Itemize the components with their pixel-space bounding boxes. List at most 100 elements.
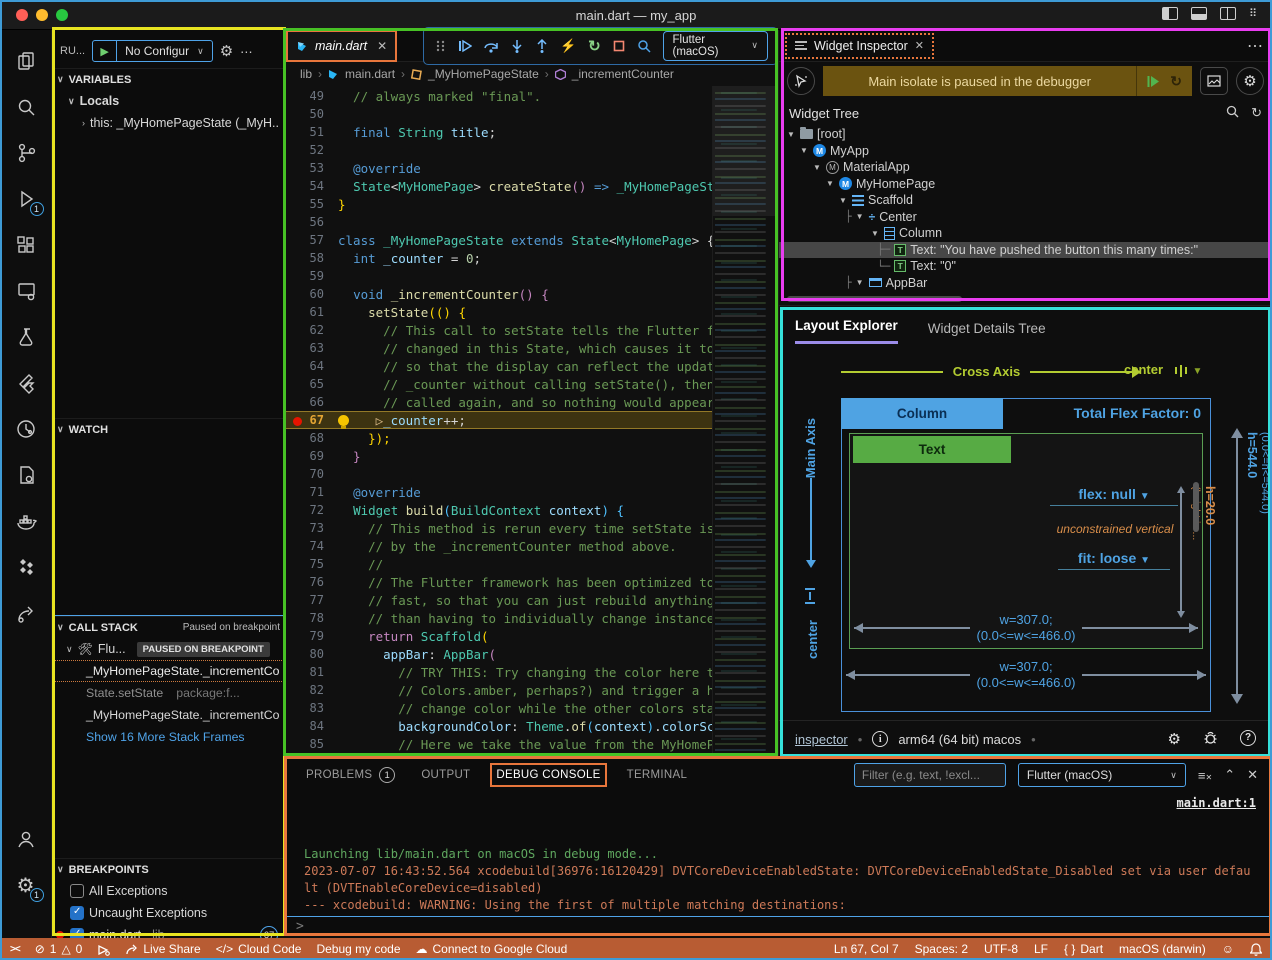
customize-layout-icon[interactable]: ⠿ [1249, 7, 1258, 20]
debug-launch-icon[interactable] [97, 943, 110, 956]
breadcrumb-method[interactable]: _incrementCounter [572, 67, 674, 81]
settings-gear-icon[interactable]: ⚙1 [0, 862, 52, 908]
cloud-code-button[interactable]: </>Cloud Code [216, 942, 302, 956]
breadcrumb-lib[interactable]: lib [300, 67, 312, 81]
step-out-icon[interactable] [535, 38, 549, 54]
notifications-bell-icon[interactable] [1250, 943, 1262, 956]
restart-icon[interactable]: ↻ [587, 38, 601, 54]
tab-main-dart[interactable]: main.dart ✕ [286, 30, 397, 62]
bug-report-icon[interactable] [1203, 730, 1218, 749]
search-icon[interactable] [0, 84, 52, 130]
debug-target[interactable]: macOS (darwin) [1119, 942, 1206, 956]
stop-icon[interactable] [612, 38, 626, 54]
console-filter-input[interactable] [854, 763, 1006, 787]
tree-row-materialapp[interactable]: ▼MMaterialApp [779, 159, 1272, 176]
checkbox-checked[interactable] [70, 928, 84, 938]
devtools-settings-gear-icon[interactable]: ⚙ [1168, 730, 1181, 749]
remote-indicator-icon[interactable]: >< [10, 944, 20, 955]
eol-sequence[interactable]: LF [1034, 942, 1048, 956]
live-share-button[interactable]: Live Share [125, 942, 200, 956]
refresh-icon[interactable]: ↻ [1251, 105, 1262, 121]
tab-problems[interactable]: PROBLEMS1 [306, 767, 395, 783]
minimap-slider[interactable] [713, 86, 778, 216]
breadcrumb-class[interactable]: _MyHomePageState [428, 67, 539, 81]
close-icon[interactable]: ✕ [377, 39, 387, 53]
breakpoint-main-dart[interactable]: main.dartlib67 [52, 924, 286, 938]
alignment-icon[interactable] [805, 586, 815, 606]
tree-row-center[interactable]: ├▼÷Center [779, 209, 1272, 226]
flex-dropdown[interactable]: flex: null ▼ [1050, 486, 1178, 506]
search-icon[interactable] [1226, 105, 1239, 118]
toggle-sidebar-icon[interactable] [1162, 7, 1178, 20]
code-editor[interactable]: 49 // always marked "final".5051 final S… [286, 86, 712, 757]
extensions-icon[interactable] [0, 222, 52, 268]
docker-icon[interactable] [0, 498, 52, 544]
flutter-icon[interactable] [0, 360, 52, 406]
tab-terminal[interactable]: TERMINAL [627, 769, 688, 781]
select-widget-mode-button[interactable] [787, 67, 815, 95]
connect-google-cloud-button[interactable]: ☁Connect to Google Cloud [416, 942, 568, 956]
text-widget-tab[interactable]: Text [853, 436, 1011, 463]
stack-frame[interactable]: _MyHomePageState._incrementCo [52, 704, 286, 726]
step-into-icon[interactable] [510, 38, 524, 54]
tree-row-myhomepage[interactable]: ▼MMyHomePage [779, 176, 1272, 193]
tree-row-root[interactable]: ▼[root] [779, 126, 1272, 143]
hot-restart-icon[interactable]: ↻ [1170, 73, 1182, 90]
chevron-down-icon[interactable]: ▼ [1193, 366, 1203, 377]
this-variable-row[interactable]: ›this: _MyHomePageState (_MyH.. [52, 112, 286, 134]
checkbox-checked[interactable] [70, 906, 84, 920]
tree-row-text[interactable]: └─TText: "0" [779, 258, 1272, 275]
tab-widget-inspector[interactable]: Widget Inspector ✕ [787, 35, 932, 57]
gemini-icon[interactable] [0, 544, 52, 590]
inspect-widget-icon[interactable] [637, 38, 651, 54]
resume-icon[interactable] [1147, 75, 1160, 88]
problems-status[interactable]: ⊘1△0 [35, 942, 83, 956]
tab-widget-details-tree[interactable]: Widget Details Tree [928, 321, 1046, 344]
scrollbar-thumb[interactable] [1193, 482, 1199, 532]
testing-icon[interactable] [0, 314, 52, 360]
close-icon[interactable]: ✕ [915, 39, 924, 52]
launch-config-dropdown[interactable]: No Configur∨ [117, 44, 212, 58]
source-location-link[interactable]: main.dart:1 [1177, 795, 1256, 812]
step-over-icon[interactable] [483, 38, 499, 54]
column-widget-tab[interactable]: Column [841, 398, 1003, 429]
show-more-frames-link[interactable]: Show 16 More Stack Frames [52, 726, 286, 748]
live-share-icon[interactable] [0, 590, 52, 636]
run-and-debug-icon[interactable]: 1 [0, 176, 52, 222]
tab-output[interactable]: OUTPUT [421, 769, 470, 781]
gear-icon[interactable]: ⚙ [220, 42, 233, 60]
remote-explorer-icon[interactable] [0, 268, 52, 314]
breakpoint-all-exceptions[interactable]: All Exceptions [52, 880, 286, 902]
language-mode[interactable]: { }Dart [1064, 942, 1103, 956]
fit-dropdown[interactable]: fit: loose ▼ [1058, 550, 1170, 570]
cloud-code-file-icon[interactable] [0, 452, 52, 498]
toggle-secondary-sidebar-icon[interactable] [1220, 7, 1236, 20]
lightbulb-icon[interactable] [338, 415, 349, 426]
continue-icon[interactable] [458, 38, 472, 54]
stack-frame[interactable]: State.setStatepackage:f... [52, 682, 286, 704]
tree-row-scaffold[interactable]: ▼Scaffold [779, 192, 1272, 209]
cross-axis-alignment[interactable]: center ▼ [1124, 362, 1202, 377]
variables-header[interactable]: ∨VARIABLES [52, 68, 286, 90]
clear-console-icon[interactable]: ≡✕ [1198, 768, 1212, 783]
call-stack-header[interactable]: ∨CALL STACKPaused on breakpoint [52, 616, 286, 638]
source-control-icon[interactable] [0, 130, 52, 176]
locals-row[interactable]: ∨Locals [52, 90, 286, 112]
tree-row-text-selected[interactable]: ├─TText: "You have pushed the button thi… [779, 242, 1272, 259]
stack-frame-active[interactable]: _MyHomePageState._incrementCo [52, 660, 286, 682]
checkbox-unchecked[interactable] [70, 884, 84, 898]
horizontal-scrollbar[interactable] [787, 296, 962, 302]
maximize-panel-icon[interactable]: ⌃ [1224, 767, 1235, 783]
tab-debug-console[interactable]: DEBUG CONSOLE [496, 769, 600, 781]
breakpoint-uncaught-exceptions[interactable]: Uncaught Exceptions [52, 902, 286, 924]
minimap[interactable] [712, 86, 778, 757]
timeline-icon[interactable] [0, 406, 52, 452]
inspector-settings-gear-icon[interactable]: ⚙ [1236, 67, 1264, 95]
tab-layout-explorer[interactable]: Layout Explorer [795, 318, 898, 344]
close-panel-icon[interactable]: ✕ [1247, 767, 1258, 783]
watch-header[interactable]: ∨WATCH [52, 418, 286, 440]
encoding[interactable]: UTF-8 [984, 942, 1018, 956]
help-icon[interactable]: ? [1240, 730, 1256, 746]
tree-row-column[interactable]: ▼Column [779, 225, 1272, 242]
hot-reload-icon[interactable]: ⚡ [560, 38, 576, 54]
